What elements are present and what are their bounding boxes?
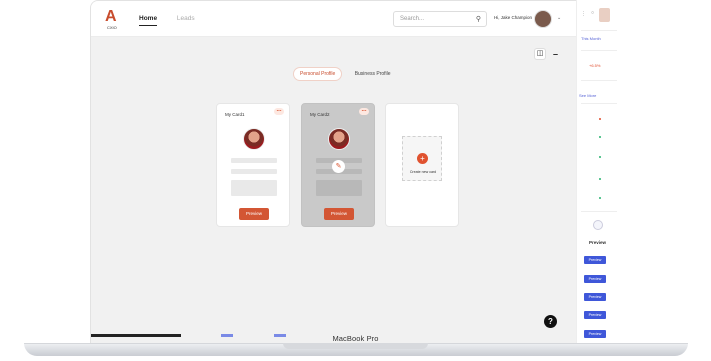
bell-icon[interactable]: ○ (591, 10, 594, 16)
profile-photo (328, 128, 350, 150)
add-card-area[interactable]: + Create new card (402, 136, 442, 181)
status-dot (599, 136, 601, 138)
laptop-screen: A CXIO Home Leads Search... ⚲ Hi, Jake C… (90, 0, 620, 345)
status-dot (599, 178, 601, 180)
help-icon[interactable]: ? (544, 315, 557, 328)
screen: A CXIO Home Leads Search... ⚲ Hi, Jake C… (0, 0, 711, 361)
list-view-icon[interactable]: – (553, 49, 558, 59)
placeholder-block (231, 180, 277, 196)
status-dot (599, 118, 601, 120)
preview-button[interactable]: Preview (584, 275, 606, 283)
right-panel: ⋮ ○ This Month +6.5% See More Preview Pr… (576, 0, 620, 345)
divider (581, 211, 617, 212)
divider (581, 80, 617, 81)
preview-button[interactable]: Preview (324, 208, 354, 220)
preview-button[interactable]: Preview (584, 256, 606, 264)
placeholder-line (231, 158, 277, 163)
add-card-label: Create new card (409, 170, 437, 174)
preview-button[interactable]: Preview (584, 311, 606, 319)
logo-subtitle: CXIO (107, 25, 117, 30)
grid-icon[interactable]: ⋮ (581, 11, 586, 17)
search-placeholder: Search... (400, 16, 425, 22)
add-card[interactable]: + Create new card (385, 103, 459, 227)
main-nav: Home Leads (139, 15, 213, 26)
card-title: My Card1 (225, 112, 245, 117)
growth-percent: +6.5% (589, 63, 601, 68)
top-bar: A CXIO Home Leads Search... ⚲ Hi, Jake C… (91, 1, 619, 37)
logo[interactable]: A CXIO (105, 9, 125, 31)
profile-photo (243, 128, 265, 150)
profile-tabs: Personal Profile Business Profile (293, 67, 402, 81)
edit-icon[interactable]: ✎ (332, 160, 345, 173)
preview-avatar (593, 220, 603, 230)
status-dot (599, 197, 601, 199)
nav-leads[interactable]: Leads (177, 15, 195, 22)
card-title: My Card2 (310, 112, 330, 117)
see-more-link[interactable]: See More (579, 93, 596, 98)
device-label: MacBook Pro (332, 334, 379, 343)
avatar[interactable] (599, 8, 610, 22)
search-icon[interactable]: ⚲ (476, 15, 481, 23)
nav-home[interactable]: Home (139, 15, 158, 26)
placeholder-line (231, 169, 277, 174)
more-options-icon[interactable]: ... (274, 107, 284, 115)
laptop-notch (283, 343, 428, 349)
divider (581, 103, 617, 104)
profile-card-selected[interactable]: My Card2 ... ✎ Preview (301, 103, 375, 227)
more-options-icon[interactable]: ... (359, 107, 369, 115)
grid-view-icon[interactable]: ◫ (534, 48, 546, 60)
user-greeting: Hi, Jake Champion (494, 15, 533, 20)
placeholder-block (316, 180, 362, 196)
status-dot (599, 156, 601, 158)
profile-card[interactable]: My Card1 ... Preview (216, 103, 290, 227)
chevron-down-icon[interactable]: ⌄ (557, 15, 561, 21)
preview-button[interactable]: Preview (584, 293, 606, 301)
search-input[interactable]: Search... ⚲ (393, 11, 487, 27)
logo-mark: A (105, 8, 117, 25)
preview-button[interactable]: Preview (239, 208, 269, 220)
preview-title: Preview (589, 240, 607, 245)
plus-icon[interactable]: + (417, 153, 428, 164)
divider (581, 50, 617, 51)
tab-business-profile[interactable]: Business Profile (349, 68, 397, 80)
tab-personal-profile[interactable]: Personal Profile (293, 67, 343, 81)
period-select[interactable]: This Month (581, 36, 601, 41)
avatar[interactable] (534, 10, 552, 28)
divider (581, 30, 617, 31)
